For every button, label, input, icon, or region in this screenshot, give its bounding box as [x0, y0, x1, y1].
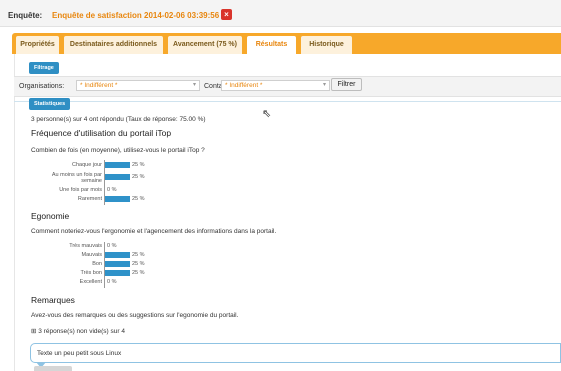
answer-label: Bon — [92, 261, 102, 267]
response-summary: 3 personne(s) sur 4 ont répondu (Taux de… — [31, 116, 206, 123]
tab-proprietes[interactable]: Propriétés — [16, 36, 59, 54]
tab-historique[interactable]: Historique — [301, 36, 352, 54]
answer-label: Très bon — [80, 270, 102, 276]
mouse-cursor-icon: ⇖ — [262, 108, 272, 120]
question-text: Comment noteriez-vous l'ergonomie et l'a… — [31, 228, 277, 235]
answer-bar — [105, 196, 130, 202]
stats-section-title[interactable]: Statistiques — [29, 98, 71, 110]
answer-value: 0 % — [107, 243, 117, 249]
answer-value: 25 % — [132, 261, 145, 267]
question-text: Avez-vous des remarques ou des suggestio… — [31, 312, 239, 319]
delete-icon[interactable]: × — [221, 9, 232, 20]
answer-label: Mauvais — [81, 252, 102, 258]
answer-bar — [105, 270, 130, 276]
question-heading: Fréquence d'utilisation du portail iTop — [31, 128, 172, 138]
divider — [14, 101, 561, 102]
comment-bubble: Texte un peu petit sous Linux — [30, 343, 561, 363]
answer-value: 0 % — [107, 187, 117, 193]
answer-label: Rarement — [77, 196, 102, 202]
tab-avancement[interactable]: Avancement (75 %) — [168, 36, 242, 54]
organisations-selected: * Indifférent * — [80, 82, 118, 89]
answer-bar — [105, 261, 130, 267]
answer-value: 25 % — [132, 174, 145, 180]
filter-bar: Organisations: * Indifférent * ▾ Contact… — [14, 76, 561, 97]
question-heading: Remarques — [31, 295, 75, 305]
question-heading: Egonomie — [31, 211, 70, 221]
filter-button[interactable]: Filtrer — [331, 78, 362, 91]
answer-value: 25 % — [132, 270, 145, 276]
title-bar: Enquête: Enquête de satisfaction 2014-02… — [0, 0, 561, 27]
answer-value: 25 % — [132, 162, 145, 168]
comment-text: Texte un peu petit sous Linux — [37, 350, 122, 357]
answer-label: Chaque jour — [72, 162, 102, 168]
answer-bar — [105, 174, 130, 180]
organisations-label: Organisations: — [19, 83, 65, 90]
answer-value: 25 % — [132, 252, 145, 258]
toggle-responses[interactable]: ⊞ 3 réponse(s) non vide(s) sur 4 — [31, 327, 125, 335]
answer-label: Très mauvais — [69, 243, 102, 249]
tab-destinataires[interactable]: Destinataires additionnels — [64, 36, 163, 54]
object-name: Enquête de satisfaction 2014-02-06 03:39… — [52, 11, 220, 20]
chevron-down-icon: ▾ — [322, 82, 326, 88]
filter-section-title[interactable]: Filtrage — [29, 62, 59, 74]
answer-label: Excellent — [79, 279, 102, 285]
question-text: Combien de fois (en moyenne), utilisez-v… — [31, 147, 205, 154]
chevron-down-icon: ▾ — [192, 82, 196, 88]
contacts-selected: * Indifférent * — [225, 82, 263, 89]
answer-label: Au moins un fois par semaine — [51, 172, 102, 184]
answer-label: Une fois par mois — [59, 187, 102, 193]
contacts-select[interactable]: * Indifférent * ▾ — [221, 80, 330, 91]
answer-bar — [105, 162, 130, 168]
tab-bar: Propriétés Destinataires additionnels Av… — [12, 33, 561, 54]
answer-value: 0 % — [107, 279, 117, 285]
answer-bar — [105, 252, 130, 258]
answer-value: 25 % — [132, 196, 145, 202]
tab-resultats[interactable]: Résultats — [247, 36, 296, 54]
comment-bubble-next — [34, 366, 72, 371]
object-type-label: Enquête: — [8, 11, 43, 20]
organisations-select[interactable]: * Indifférent * ▾ — [76, 80, 200, 91]
